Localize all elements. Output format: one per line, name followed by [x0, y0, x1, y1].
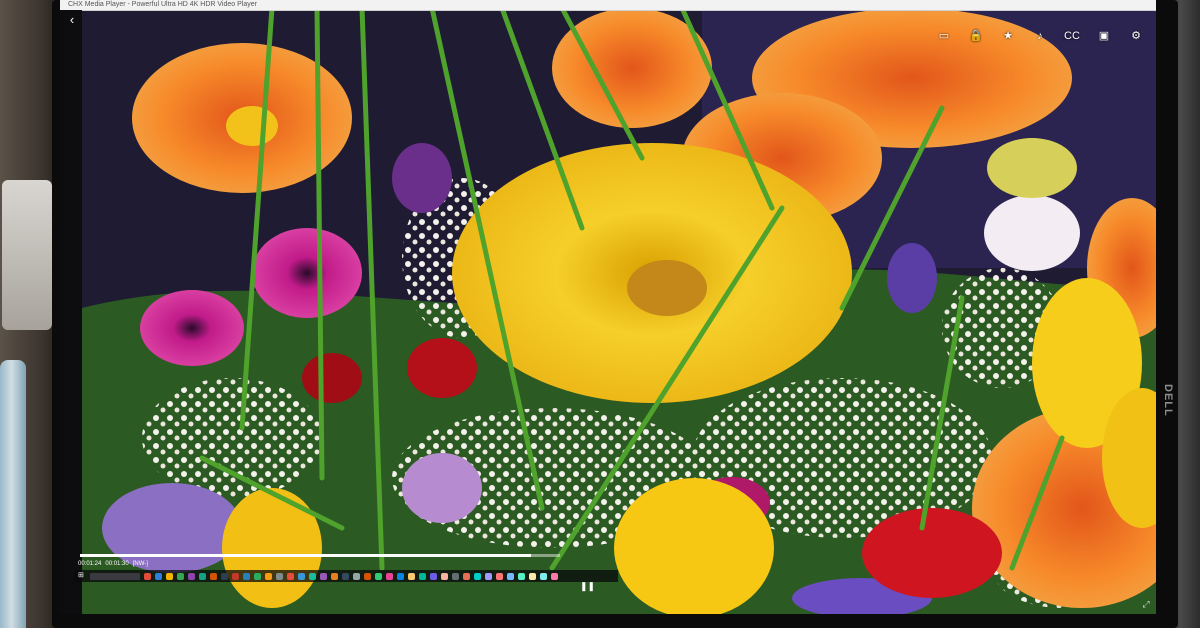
taskbar-app-icon[interactable]	[364, 572, 371, 580]
taskbar-app-icon[interactable]	[540, 572, 547, 580]
taskbar-app-icon[interactable]	[287, 572, 294, 580]
taskbar-app-icon[interactable]	[496, 572, 503, 580]
window-titlebar: CHX Media Player - Powerful Ultra HD 4K …	[60, 0, 1156, 11]
video-frame[interactable]	[82, 8, 1156, 614]
back-button[interactable]: ‹	[65, 12, 79, 28]
taskbar-app-icon[interactable]	[386, 572, 393, 580]
taskbar-app-icon[interactable]	[419, 572, 426, 580]
current-time: 00:01:24	[78, 561, 102, 567]
taskbar-app-icon[interactable]	[353, 572, 360, 580]
water-bottle	[0, 360, 26, 628]
taskbar-app-icon[interactable]	[375, 572, 382, 580]
taskbar-app-icon[interactable]	[243, 572, 250, 580]
pause-button[interactable]: ❚❚	[580, 580, 595, 592]
taskbar-app-icon[interactable]	[210, 572, 217, 580]
taskbar-app-icon[interactable]	[463, 572, 470, 580]
taskbar-app-icon[interactable]	[232, 572, 239, 580]
screenshot-icon[interactable]: ▭	[934, 28, 954, 44]
windows-taskbar: ⊞	[74, 570, 618, 582]
monitor: DELL CHX Media Player - Powerful Ultra H…	[52, 0, 1178, 628]
taskbar-app-icon[interactable]	[452, 572, 459, 580]
taskbar-app-icon[interactable]	[188, 572, 195, 580]
lock-icon[interactable]: 🔒	[966, 28, 986, 44]
music-icon[interactable]: ♪	[1030, 28, 1050, 44]
taskbar-app-icon[interactable]	[320, 572, 327, 580]
taskbar-app-icon[interactable]	[529, 572, 536, 580]
aspect-ratio-icon[interactable]: ▣	[1094, 28, 1114, 44]
cable-holder	[2, 180, 52, 330]
left-edge-panel	[60, 10, 82, 614]
taskbar-app-icon[interactable]	[331, 572, 338, 580]
seek-progress	[80, 554, 532, 557]
playback-controls: ❚❚	[580, 580, 595, 592]
start-icon[interactable]: ⊞	[78, 572, 86, 580]
taskbar-app-icon[interactable]	[474, 572, 481, 580]
taskbar-app-icon[interactable]	[309, 572, 316, 580]
player-screen: CHX Media Player - Powerful Ultra HD 4K …	[60, 0, 1156, 614]
taskbar-app-icon[interactable]	[430, 572, 437, 580]
taskbar-app-icon[interactable]	[254, 572, 261, 580]
taskbar-search[interactable]	[90, 572, 140, 580]
taskbar-app-icon[interactable]	[342, 572, 349, 580]
star-icon[interactable]: ★	[998, 28, 1018, 44]
top-toolbar: ▭ 🔒 ★ ♪ CC ▣ ⚙	[934, 28, 1146, 44]
taskbar-app-icon[interactable]	[144, 572, 151, 580]
window-title: CHX Media Player - Powerful Ultra HD 4K …	[68, 1, 257, 8]
total-time: 00:01:30	[105, 561, 129, 567]
taskbar-app-icon[interactable]	[408, 572, 415, 580]
taskbar-app-icon[interactable]	[276, 572, 283, 580]
taskbar-app-icon[interactable]	[485, 572, 492, 580]
taskbar-app-icon[interactable]	[221, 572, 228, 580]
taskbar-app-icon[interactable]	[441, 572, 448, 580]
taskbar-app-icon[interactable]	[155, 572, 162, 580]
fullscreen-icon[interactable]: ⤢	[1140, 598, 1152, 610]
seek-bar[interactable]	[80, 554, 560, 557]
taskbar-app-icon[interactable]	[298, 572, 305, 580]
taskbar-app-icon[interactable]	[518, 572, 525, 580]
taskbar-app-icon[interactable]	[199, 572, 206, 580]
monitor-brand-logo: DELL	[1162, 384, 1174, 417]
taskbar-app-icon[interactable]	[166, 572, 173, 580]
time-display: 00:01:24 00:01:30 [NW-]	[78, 560, 152, 568]
taskbar-app-icon[interactable]	[265, 572, 272, 580]
taskbar-app-icon[interactable]	[507, 572, 514, 580]
settings-icon[interactable]: ⚙	[1126, 28, 1146, 44]
mode-label[interactable]: [NW-]	[133, 561, 148, 567]
taskbar-app-icon[interactable]	[177, 572, 184, 580]
taskbar-app-icon[interactable]	[551, 572, 558, 580]
taskbar-app-icon[interactable]	[397, 572, 404, 580]
subtitle-icon[interactable]: CC	[1062, 28, 1082, 44]
